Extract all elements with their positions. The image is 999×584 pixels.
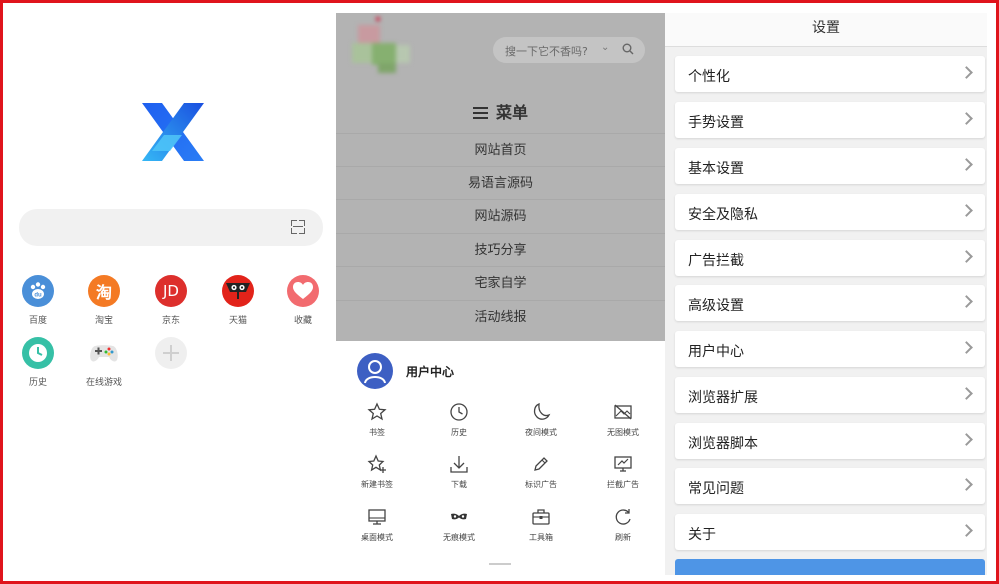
monitor-icon	[368, 509, 386, 525]
menu-item-easy-language-source[interactable]: 易语言源码	[336, 166, 665, 199]
home-screen: du 百度 淘 淘宝 JD 京东 天猫 收藏 历史 在线游戏	[13, 13, 336, 575]
shortcut-favorites[interactable]: 收藏	[276, 275, 330, 326]
bottom-action-bar[interactable]	[675, 559, 985, 575]
scan-icon[interactable]	[291, 220, 305, 234]
chevron-down-icon[interactable]: ⌄	[601, 42, 609, 53]
setting-security-privacy[interactable]: 安全及隐私	[675, 194, 985, 230]
menu-screen: 搜一下它不香吗? ⌄ 菜单 网站首页 易语言源码 网站源码 技巧分享 宅家自学 …	[336, 13, 665, 575]
chevron-right-icon	[960, 433, 973, 446]
chevron-right-icon	[960, 341, 973, 354]
setting-advanced[interactable]: 高级设置	[675, 285, 985, 321]
svg-text:du: du	[34, 293, 42, 299]
shortcut-history[interactable]: 历史	[13, 337, 65, 388]
settings-title: 设置	[665, 13, 987, 47]
tool-history[interactable]: 历史	[429, 402, 489, 438]
shortcut-jd[interactable]: JD 京东	[144, 275, 198, 326]
chevron-right-icon	[960, 158, 973, 171]
clock-icon	[22, 337, 54, 369]
shortcut-taobao[interactable]: 淘 淘宝	[77, 275, 131, 326]
menu-item-self-study[interactable]: 宅家自学	[336, 266, 665, 299]
page-indicator	[489, 563, 511, 565]
gamepad-icon	[88, 337, 120, 369]
menu-item-tips[interactable]: 技巧分享	[336, 233, 665, 266]
chevron-right-icon	[960, 387, 973, 400]
x-browser-logo-icon	[142, 103, 204, 161]
mask-icon	[451, 513, 467, 520]
tmall-cat-icon	[222, 275, 254, 307]
settings-screen: 设置 个性化 手势设置 基本设置 安全及隐私 广告拦截 高级设置 用户中心 浏览…	[665, 13, 987, 575]
chevron-right-icon	[960, 250, 973, 263]
heart-icon	[287, 275, 319, 307]
screenshot-frame: du 百度 淘 淘宝 JD 京东 天猫 收藏 历史 在线游戏 搜一下它不香吗? …	[0, 0, 999, 584]
refresh-icon	[615, 509, 631, 525]
setting-user-center[interactable]: 用户中心	[675, 331, 985, 367]
shortcut-tmall[interactable]: 天猫	[211, 275, 265, 326]
tool-no-image-mode[interactable]: 无图模式	[593, 402, 653, 438]
tool-toolbox[interactable]: 工具箱	[511, 507, 571, 543]
star-plus-icon	[367, 454, 386, 473]
shortcut-online-games[interactable]: 在线游戏	[77, 337, 131, 388]
user-avatar-icon	[357, 353, 393, 389]
tool-bookmarks[interactable]: 书签	[347, 402, 407, 438]
tool-mark-ads[interactable]: 标识广告	[511, 454, 571, 490]
chevron-right-icon	[960, 295, 973, 308]
chevron-right-icon	[960, 204, 973, 217]
moon-icon	[533, 402, 551, 420]
add-shortcut-button[interactable]	[144, 337, 198, 375]
toolbox-icon	[532, 509, 550, 525]
setting-basic[interactable]: 基本设置	[675, 148, 985, 184]
tool-downloads[interactable]: 下载	[429, 454, 489, 490]
setting-about[interactable]: 关于	[675, 514, 985, 550]
jd-icon: JD	[155, 275, 187, 307]
tool-block-ads[interactable]: 拦截广告	[593, 454, 653, 490]
menu-item-promotions[interactable]: 活动线报	[336, 300, 665, 333]
home-search-bar[interactable]	[19, 209, 323, 246]
star-icon	[367, 402, 387, 421]
site-search-box[interactable]: 搜一下它不香吗? ⌄	[493, 37, 645, 63]
taobao-icon: 淘	[88, 275, 120, 307]
blurred-avatar	[338, 15, 418, 75]
menu-item-home[interactable]: 网站首页	[336, 133, 665, 166]
baidu-paw-icon: du	[22, 275, 54, 307]
shortcut-baidu[interactable]: du 百度	[13, 275, 65, 326]
tool-desktop-mode[interactable]: 桌面模式	[347, 507, 407, 543]
setting-ad-blocking[interactable]: 广告拦截	[675, 240, 985, 276]
tool-new-bookmark[interactable]: 新建书签	[347, 454, 407, 490]
no-image-icon	[614, 404, 632, 420]
setting-browser-extensions[interactable]: 浏览器扩展	[675, 377, 985, 413]
block-ad-icon	[614, 456, 632, 472]
pen-icon	[534, 457, 548, 471]
setting-browser-scripts[interactable]: 浏览器脚本	[675, 423, 985, 459]
download-icon	[450, 456, 468, 473]
menu-item-website-source[interactable]: 网站源码	[336, 199, 665, 232]
setting-gestures[interactable]: 手势设置	[675, 102, 985, 138]
search-icon[interactable]	[622, 43, 634, 55]
tool-night-mode[interactable]: 夜间模式	[511, 402, 571, 438]
site-menu-overlay: 搜一下它不香吗? ⌄ 菜单 网站首页 易语言源码 网站源码 技巧分享 宅家自学 …	[336, 13, 665, 341]
tool-incognito-mode[interactable]: 无痕模式	[429, 507, 489, 543]
chevron-right-icon	[960, 478, 973, 491]
chevron-right-icon	[960, 112, 973, 125]
hamburger-icon	[472, 107, 488, 119]
chevron-right-icon	[960, 66, 973, 79]
clock-icon	[450, 403, 468, 421]
plus-icon	[155, 337, 187, 369]
menu-title: 菜单	[336, 99, 665, 123]
chevron-right-icon	[960, 524, 973, 537]
tool-refresh[interactable]: 刷新	[593, 507, 653, 543]
setting-personalization[interactable]: 个性化	[675, 56, 985, 92]
setting-faq[interactable]: 常见问题	[675, 468, 985, 504]
